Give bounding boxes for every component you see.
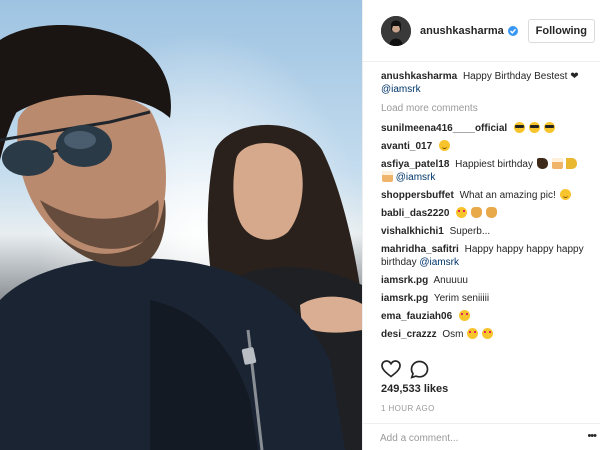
comment-item: babli_das2220	[381, 207, 586, 220]
comment-username[interactable]: vishalkhichi1	[381, 226, 444, 237]
black-heart-emoji: ❤	[570, 71, 579, 82]
caption-username[interactable]: anushkasharma	[381, 71, 457, 82]
comment-text: Superb...	[449, 226, 491, 237]
comment-text: Happiest birthday	[455, 159, 533, 170]
smile-emoji-icon	[559, 189, 571, 200]
smile-emoji-icon	[438, 140, 450, 151]
heart-eyes-emoji-icon	[467, 328, 479, 339]
comment-username[interactable]: sunilmeena416____official	[381, 123, 507, 134]
comment-username[interactable]: shoppersbuffet	[381, 190, 454, 201]
post-timestamp[interactable]: 1 HOUR AGO	[381, 404, 435, 413]
comment-item: iamsrk.pg Yerim seniiiii	[381, 292, 586, 305]
heart-eyes-emoji-icon	[456, 207, 468, 218]
add-comment-bar: •••	[363, 423, 600, 450]
comment-username[interactable]: ema_fauziah06	[381, 311, 452, 322]
verified-badge-icon	[507, 25, 518, 36]
comment-username[interactable]: desi_crazzz	[381, 329, 437, 340]
comment-text: Yerim seniiiii	[433, 293, 490, 304]
post-header: anushkasharma Following	[363, 0, 600, 62]
comment-mention[interactable]: @iamsrk	[419, 257, 459, 268]
caption-mention[interactable]: @iamsrk	[381, 84, 421, 95]
post-photo[interactable]	[0, 0, 362, 450]
comment-username[interactable]: avanti_017	[381, 141, 432, 152]
sunglasses-emoji-icon	[513, 122, 525, 133]
comment-item: asfiya_patel18 Happiest birthday @iamsrk	[381, 158, 586, 184]
caption: anushkasharma Happy Birthday Bestest ❤ @…	[381, 70, 586, 96]
sunglasses-emoji-icon	[543, 122, 555, 133]
post-side-panel: anushkasharma Following anushkasharma Ha…	[362, 0, 600, 450]
caption-text: Happy Birthday Bestest	[462, 71, 568, 82]
comment-text: Anuuuu	[433, 275, 468, 286]
comment-item: shoppersbuffet What an amazing pic!	[381, 189, 586, 202]
cake-emoji-icon	[551, 158, 563, 169]
comment-item: sunilmeena416____official	[381, 122, 586, 135]
comment-username[interactable]: iamsrk.pg	[381, 275, 428, 286]
comment-username[interactable]: babli_das2220	[381, 208, 449, 219]
comment-item: mahridha_safitri Happy happy happy happy…	[381, 243, 586, 269]
sunglasses-emoji-icon	[528, 122, 540, 133]
load-more-comments[interactable]: Load more comments	[381, 102, 586, 115]
speech-bubble-icon[interactable]	[410, 360, 429, 384]
comment-mention[interactable]: @iamsrk	[396, 172, 436, 183]
post-actions	[381, 360, 441, 380]
post-photo-illustration	[0, 0, 362, 450]
comment-username[interactable]: asfiya_patel18	[381, 159, 449, 170]
heart-eyes-emoji-icon	[458, 310, 470, 321]
clapping-hands-emoji-icon	[485, 207, 497, 218]
comment-item: ema_fauziah06	[381, 310, 586, 323]
like-count[interactable]: 249,533 likes	[381, 383, 448, 395]
comment-text: Osm	[442, 329, 464, 340]
comment-username[interactable]: mahridha_safitri	[381, 244, 459, 255]
heart-eyes-emoji-icon	[482, 328, 494, 339]
comment-item: desi_crazzz Osm	[381, 328, 586, 341]
avatar[interactable]	[381, 15, 411, 46]
comment-item: avanti_017	[381, 140, 586, 153]
comment-text: What an amazing pic!	[459, 190, 556, 201]
username[interactable]: anushkasharma	[420, 25, 504, 37]
party-horn-emoji-icon	[566, 158, 578, 169]
comment-item: iamsrk.pg Anuuuu	[381, 274, 586, 287]
cake-emoji-icon	[382, 171, 393, 182]
avatar-image	[381, 15, 411, 46]
following-button[interactable]: Following	[527, 19, 595, 43]
comment-item: vishalkhichi1 Superb...	[381, 225, 586, 238]
party-popper-emoji-icon	[536, 158, 548, 169]
comments-list: anushkasharma Happy Birthday Bestest ❤ @…	[381, 70, 586, 352]
add-comment-input[interactable]	[380, 430, 565, 446]
ellipsis-icon[interactable]: •••	[587, 431, 597, 442]
heart-outline-icon[interactable]	[381, 360, 401, 383]
clapping-hands-emoji-icon	[470, 207, 482, 218]
comment-username[interactable]: iamsrk.pg	[381, 293, 428, 304]
